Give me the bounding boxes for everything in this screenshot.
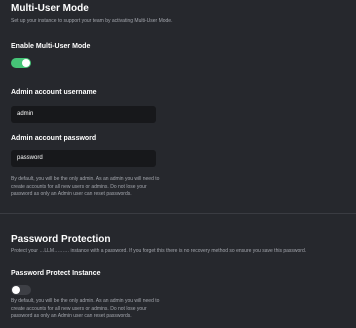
help-line: create accounts for all new users or adm…	[11, 305, 147, 312]
multi-user-help-text: By default, you will be the only admin. …	[11, 176, 159, 199]
help-line: create accounts for all new users or adm…	[11, 183, 147, 190]
help-line: By default, you will be the only admin. …	[11, 298, 160, 304]
help-line: By default, you will be the only admin. …	[11, 176, 160, 182]
password-protection-description: Protect your …LLM……… instance with a pas…	[11, 248, 307, 254]
admin-username-input[interactable]: admin	[11, 106, 156, 123]
section-divider	[0, 213, 356, 214]
enable-multi-user-toggle[interactable]	[11, 58, 31, 68]
admin-password-input[interactable]: password	[11, 150, 156, 167]
help-line: password as only an Admin user can reset…	[11, 313, 132, 319]
multi-user-mode-title: Multi-User Mode	[11, 3, 89, 14]
admin-username-label: Admin account username	[11, 89, 97, 96]
admin-password-label: Admin account password	[11, 135, 97, 142]
toggle-knob	[12, 286, 20, 294]
settings-panel: Multi-User Mode Set up your instance to …	[0, 0, 356, 328]
toggle-knob	[22, 59, 30, 67]
help-line: password as only an Admin user can reset…	[11, 191, 132, 197]
multi-user-mode-description: Set up your instance to support your tea…	[11, 18, 173, 24]
password-protect-label: Password Protect Instance	[11, 270, 101, 277]
password-protection-title: Password Protection	[11, 234, 111, 245]
enable-multi-user-label: Enable Multi-User Mode	[11, 43, 91, 50]
password-protection-help-text: By default, you will be the only admin. …	[11, 298, 159, 321]
password-protect-toggle[interactable]	[11, 285, 31, 295]
